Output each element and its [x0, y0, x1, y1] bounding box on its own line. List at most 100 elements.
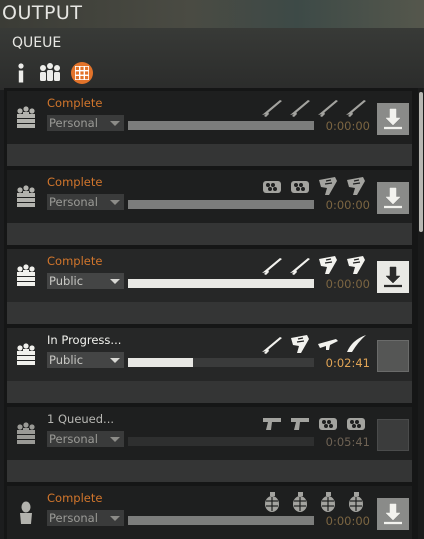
order-items: [260, 174, 372, 198]
visibility-value: Personal: [49, 195, 98, 209]
rifle-icon: [290, 100, 310, 117]
progress-fill: [128, 516, 314, 525]
download-button[interactable]: [377, 182, 409, 214]
order-status: 1 Queued...: [47, 412, 115, 426]
card-footer: [7, 381, 412, 403]
grid-icon: [71, 62, 93, 84]
time-remaining: 0:00:00: [325, 277, 370, 291]
visibility-dropdown[interactable]: Public: [47, 352, 124, 368]
order-status: Complete: [47, 491, 103, 505]
rifle-icon: [262, 100, 282, 117]
visibility-value: Personal: [49, 116, 98, 130]
order-items: [260, 490, 372, 514]
queue-card[interactable]: Complete Public 0:00:00: [7, 249, 412, 324]
queue-list[interactable]: Complete Personal 0:00:00 Complete Personal 0…: [4, 88, 424, 539]
visibility-dropdown[interactable]: Personal: [47, 115, 124, 131]
order-items: [260, 411, 372, 435]
claim-slot-button[interactable]: [377, 340, 409, 372]
ammo-magazine-icon: [347, 256, 365, 274]
time-remaining: 0:05:41: [325, 435, 370, 449]
group-icon: [40, 63, 60, 81]
time-remaining: 0:02:41: [325, 356, 370, 370]
grenade-icon: [265, 492, 279, 512]
grenade-icon: [349, 492, 363, 512]
progress-fill: [128, 279, 314, 288]
order-items: [260, 253, 372, 277]
soldier-icon: [20, 501, 32, 524]
visibility-value: Public: [49, 353, 84, 367]
order-status: Complete: [47, 175, 103, 189]
progress-bar: [128, 516, 314, 525]
chevron-down-icon: [110, 279, 120, 284]
queue-card[interactable]: Complete Personal 0:00:00: [7, 486, 412, 539]
ammo-crate-icon: [291, 181, 309, 193]
ammo-magazine-icon: [319, 177, 337, 195]
grenade-icon: [293, 492, 307, 512]
pistol-icon: [291, 418, 309, 430]
filter-tab-info[interactable]: [8, 60, 34, 86]
grenade-icon: [321, 492, 335, 512]
section-title: QUEUE: [12, 35, 62, 51]
card-footer: [7, 302, 412, 324]
info-icon: [18, 63, 24, 83]
order-status: In Progress...: [47, 333, 122, 347]
progress-fill: [128, 200, 314, 209]
download-button[interactable]: [377, 261, 409, 293]
chevron-down-icon: [110, 516, 120, 521]
crate-stack-icon: [17, 343, 35, 365]
scrollbar-thumb[interactable]: [419, 92, 423, 232]
crate-stack-icon: [17, 264, 35, 286]
queue-card[interactable]: Complete Personal 0:00:00: [7, 170, 412, 245]
claim-slot-button[interactable]: [377, 419, 409, 451]
progress-bar: [128, 279, 314, 288]
visibility-dropdown[interactable]: Personal: [47, 510, 124, 526]
ammo-crate-icon: [319, 418, 337, 430]
window-title: OUTPUT: [2, 2, 83, 24]
visibility-value: Public: [49, 274, 84, 288]
rifle-icon: [262, 337, 282, 354]
pistol-icon: [263, 418, 281, 430]
time-remaining: 0:00:00: [325, 514, 370, 528]
progress-fill: [128, 358, 194, 367]
download-icon: [377, 187, 409, 218]
filter-tabs: [8, 60, 108, 86]
download-button[interactable]: [377, 103, 409, 135]
chevron-down-icon: [110, 200, 120, 205]
crate-stack-icon: [17, 106, 35, 128]
rifle-icon: [318, 100, 338, 117]
visibility-dropdown[interactable]: Public: [47, 273, 124, 289]
queue-card[interactable]: 1 Queued... Personal 0:05:41: [7, 407, 412, 482]
ammo-magazine-icon: [347, 177, 365, 195]
visibility-dropdown[interactable]: Personal: [47, 194, 124, 210]
order-items: [260, 95, 372, 119]
queue-card[interactable]: Complete Personal 0:00:00: [7, 91, 412, 166]
crate-stack-icon: [17, 422, 35, 444]
progress-bar: [128, 121, 314, 130]
order-items: [260, 332, 372, 356]
order-status: Complete: [47, 254, 103, 268]
order-status: Complete: [47, 96, 103, 110]
ammo-crate-icon: [347, 418, 365, 430]
ammo-crate-icon: [263, 181, 281, 193]
chevron-down-icon: [110, 358, 120, 363]
scrollbar[interactable]: [418, 88, 424, 539]
progress-bar: [128, 358, 314, 367]
queue-card[interactable]: In Progress... Public 0:02:41: [7, 328, 412, 403]
time-remaining: 0:00:00: [325, 119, 370, 133]
smg-icon: [318, 339, 338, 350]
ammo-magazine-icon: [319, 256, 337, 274]
download-button[interactable]: [377, 498, 409, 530]
crate-stack-icon: [17, 185, 35, 207]
progress-fill: [128, 121, 314, 130]
filter-tab-group[interactable]: [37, 60, 63, 86]
progress-bar: [128, 437, 314, 446]
download-icon: [377, 108, 409, 139]
filter-tab-grid[interactable]: [69, 60, 95, 86]
rifle-icon: [262, 258, 282, 275]
visibility-dropdown[interactable]: Personal: [47, 431, 124, 447]
download-icon: [377, 503, 409, 534]
visibility-value: Personal: [49, 432, 98, 446]
download-icon: [377, 266, 409, 297]
ammo-magazine-icon: [291, 335, 309, 353]
card-footer: [7, 144, 412, 166]
